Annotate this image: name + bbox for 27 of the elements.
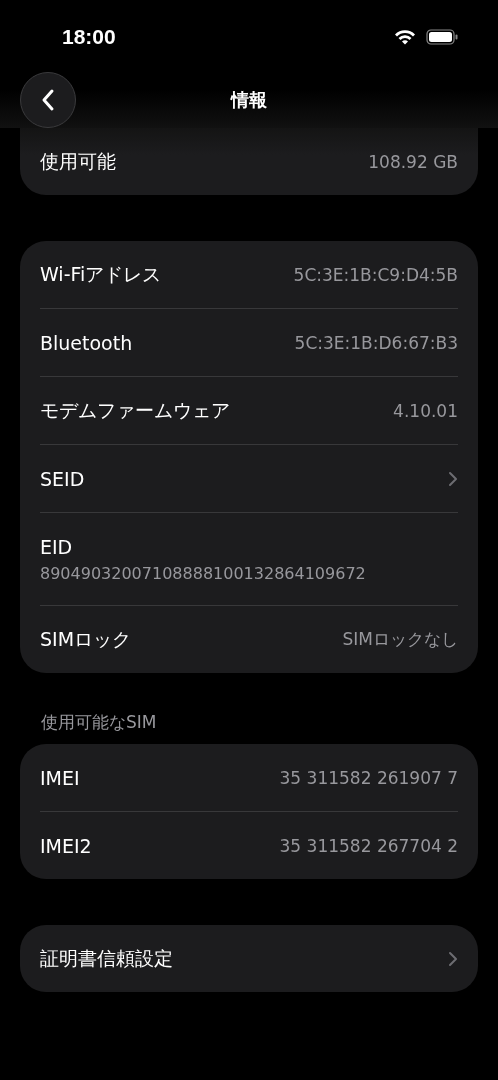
row-label: モデムファームウェア	[40, 397, 230, 423]
settings-row[interactable]: SEID	[40, 445, 458, 512]
wifi-icon	[394, 29, 416, 45]
page-title: 情報	[231, 88, 267, 112]
section-header: 使用可能なSIM	[40, 711, 158, 734]
row-value: 4.10.01	[393, 400, 458, 421]
back-icon	[41, 88, 55, 112]
row-value: 5C:3E:1B:D6:67:B3	[294, 332, 458, 353]
row-label: Bluetooth	[40, 331, 133, 354]
row-value: 89049032007108888100132864109672	[40, 563, 366, 583]
chevron-icon	[448, 950, 458, 967]
battery-icon	[426, 29, 458, 45]
row-value: SIMロックなし	[342, 628, 458, 651]
row-value: 108.92 GB	[368, 151, 458, 172]
row-value: 35 311582 261907 7	[279, 767, 458, 788]
status-time: 18:00	[62, 25, 116, 49]
row-label: Wi-Fiアドレス	[40, 261, 162, 287]
chevron-icon	[448, 470, 458, 487]
back-button[interactable]	[20, 72, 76, 128]
row-value: 35 311582 267704 2	[279, 835, 458, 856]
row-label: 使用可能	[40, 148, 116, 174]
settings-row[interactable]: 証明書信頼設定	[40, 925, 458, 992]
row-label: SIMロック	[40, 626, 132, 652]
row-label: IMEI2	[40, 834, 92, 857]
row-value: 5C:3E:1B:C9:D4:5B	[293, 264, 458, 285]
row-label: IMEI	[40, 766, 80, 789]
row-label: EID	[40, 535, 73, 558]
